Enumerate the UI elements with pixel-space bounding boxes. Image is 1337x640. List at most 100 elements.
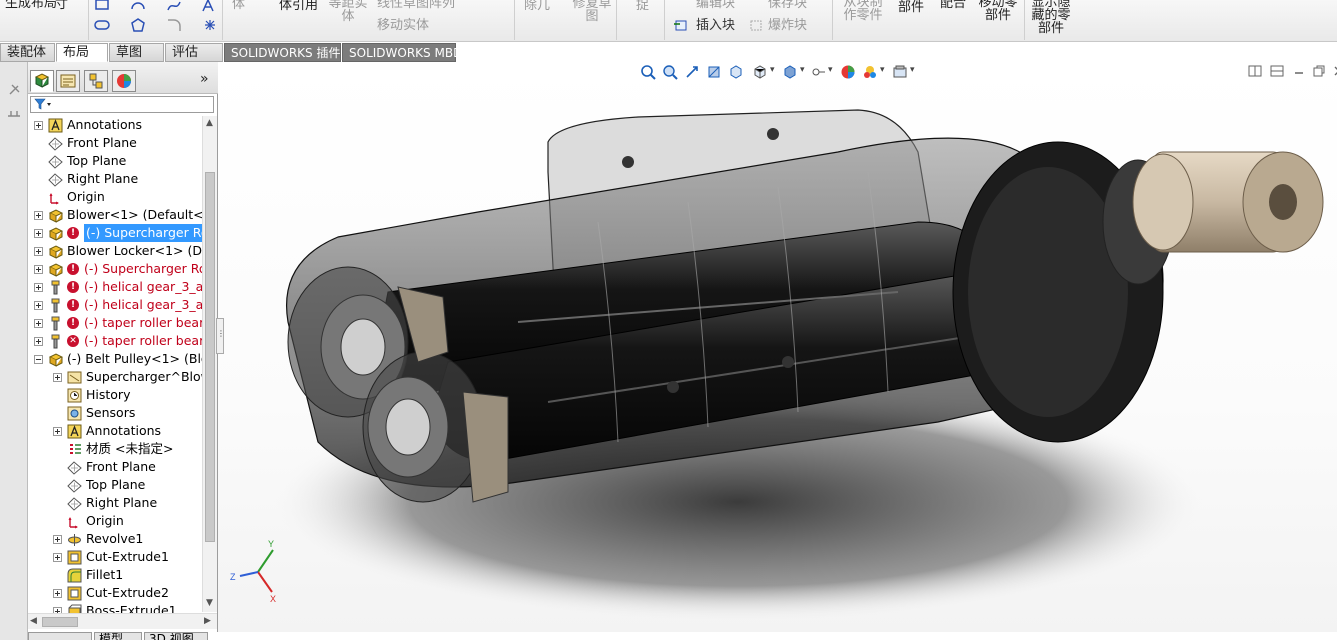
hide-show-items-icon[interactable] [810,64,826,80]
minimize-icon[interactable] [1292,64,1306,78]
tab-feature-manager[interactable] [30,70,54,92]
expand-toggle-icon[interactable] [53,373,62,382]
ribbon-save-block[interactable]: 保存块 [768,0,807,10]
polygon-icon[interactable] [130,18,146,32]
ribbon-show-hidden-components[interactable]: 显示隐藏的零部件 [1030,0,1072,35]
point-icon[interactable] [202,18,218,32]
tab-display-manager[interactable] [112,70,136,92]
ribbon-offset-entities[interactable]: 等距实体 [327,0,369,23]
collapse-toggle-icon[interactable] [34,355,43,364]
tree-item[interactable]: ✕ (-) taper roller bear [28,332,202,350]
expand-toggle-icon[interactable] [34,211,43,220]
tree-item[interactable]: ! (-) helical gear_3_an [28,278,202,296]
expand-toggle-icon[interactable] [34,265,43,274]
tree-item[interactable]: 材质 <未指定> [28,440,202,458]
tile-horizontal-icon[interactable] [1270,64,1284,78]
expand-toggle-icon[interactable] [53,427,62,436]
restore-icon[interactable] [1312,64,1326,78]
tree-item[interactable]: Fillet1 [28,566,202,584]
expand-toggle-icon[interactable] [34,319,43,328]
tree-item[interactable]: Blower Locker<1> (De [28,242,202,260]
scroll-up-arrow-icon[interactable]: ▲ [206,118,213,128]
expand-toggle-icon[interactable] [34,247,43,256]
tree-item[interactable]: Annotations [28,422,202,440]
scrollbar-thumb[interactable] [205,172,215,542]
tree-filter-field[interactable] [30,96,214,113]
ribbon-move-component[interactable]: 移动零部件 [976,0,1020,22]
ribbon-dimension[interactable]: 寸 [55,0,68,11]
arc-icon[interactable] [130,0,146,13]
tree-item[interactable]: Origin [28,512,202,530]
section-view-icon[interactable] [706,64,722,80]
tree-item[interactable]: Top Plane [28,152,202,170]
previous-view-icon[interactable] [684,64,700,80]
ribbon-body[interactable]: 体 [232,0,245,11]
bottom-tab-model[interactable]: 模型 [94,632,142,640]
expand-panel-button[interactable]: » [200,71,209,87]
tile-icon[interactable] [1248,64,1262,78]
dropdown-arrow-icon[interactable]: ▾ [800,65,805,75]
bottom-tab-3d-view[interactable]: 3D 视图 [144,632,208,640]
ribbon-generate-layout[interactable]: 生成布局 [5,0,57,10]
expand-toggle-icon[interactable] [53,535,62,544]
tree-item[interactable]: Supercharger^Blow [28,368,202,386]
dropdown-arrow-icon[interactable]: ▾ [828,65,833,75]
view-settings-icon[interactable] [892,64,908,80]
tree-item[interactable]: Top Plane [28,476,202,494]
tab-assembly[interactable]: 装配体 [0,43,55,62]
ribbon-remove[interactable]: 除几 [524,0,550,12]
tree-item[interactable]: ! (-) Supercharger Ro [28,224,202,242]
expand-toggle-icon[interactable] [34,337,43,346]
tab-solidworks-mbd[interactable]: SOLIDWORKS MBD [342,43,462,62]
pin-icon[interactable] [6,82,22,98]
tree-item[interactable]: Front Plane [28,458,202,476]
tree-item[interactable]: Right Plane [28,170,202,188]
expand-toggle-icon[interactable] [34,229,43,238]
ribbon-repair-sketch[interactable]: 修复草图 [572,0,612,23]
ribbon-explode-block[interactable]: 爆炸块 [768,19,807,32]
view-orientation-icon[interactable] [752,64,768,80]
tab-solidworks-addins[interactable]: SOLIDWORKS 插件 [224,43,341,62]
dropdown-arrow-icon[interactable]: ▾ [910,65,915,75]
ribbon-move-entities[interactable]: 移动实体 [377,19,429,32]
expand-toggle-icon[interactable] [34,283,43,292]
tree-item[interactable]: Cut-Extrude1 [28,548,202,566]
tree-item[interactable]: Front Plane [28,134,202,152]
scroll-right-arrow-icon[interactable]: ▶ [204,616,211,626]
tab-sketch[interactable]: 草图 [109,43,164,62]
display-style-icon[interactable] [782,64,798,80]
tree-item[interactable]: Annotations [28,116,202,134]
ribbon-component[interactable]: 部件 [898,1,924,14]
tree-item[interactable]: Sensors [28,404,202,422]
tree-item[interactable]: ! (-) helical gear_3_an [28,296,202,314]
tree-item[interactable]: History [28,386,202,404]
tree-item[interactable]: Revolve1 [28,530,202,548]
tree-item[interactable]: Cut-Extrude2 [28,584,202,602]
tab-evaluate[interactable]: 评估 [165,43,223,62]
scroll-left-arrow-icon[interactable]: ◀ [30,616,37,626]
tab-layout[interactable]: 布局 [56,43,108,62]
ribbon-mate[interactable]: 配合 [940,0,966,10]
tree-item[interactable]: (-) Belt Pulley<1> (Blov [28,350,202,368]
zoom-to-fit-icon[interactable] [640,64,656,80]
tree-horizontal-scrollbar[interactable]: ◀ ▶ [28,613,217,629]
ribbon-insert-block[interactable]: 插入块 [696,19,735,32]
ribbon-linear-sketch-pattern[interactable]: 线性草图阵列 [377,0,455,10]
fillet-sketch-icon[interactable] [166,18,182,32]
ribbon-snap[interactable]: 捉 [636,0,649,12]
tree-item[interactable]: Blower<1> (Default<< [28,206,202,224]
scroll-down-arrow-icon[interactable]: ▼ [206,598,213,608]
spline-icon[interactable] [166,0,182,13]
expand-toggle-icon[interactable] [53,589,62,598]
dropdown-arrow-icon[interactable]: ▾ [880,65,885,75]
tree-item[interactable]: ! (-) taper roller bear [28,314,202,332]
rectangle-icon[interactable] [94,0,110,13]
ribbon-make-part-from-block[interactable]: 从块制作零件 [840,0,886,22]
zoom-to-area-icon[interactable] [662,64,678,80]
expand-toggle-icon[interactable] [34,301,43,310]
expand-toggle-icon[interactable] [53,553,62,562]
tab-configuration-manager[interactable] [84,70,108,92]
layout-icon[interactable] [6,106,22,122]
tree-item[interactable]: ! (-) Supercharger Ro [28,260,202,278]
expand-toggle-icon[interactable] [34,121,43,130]
